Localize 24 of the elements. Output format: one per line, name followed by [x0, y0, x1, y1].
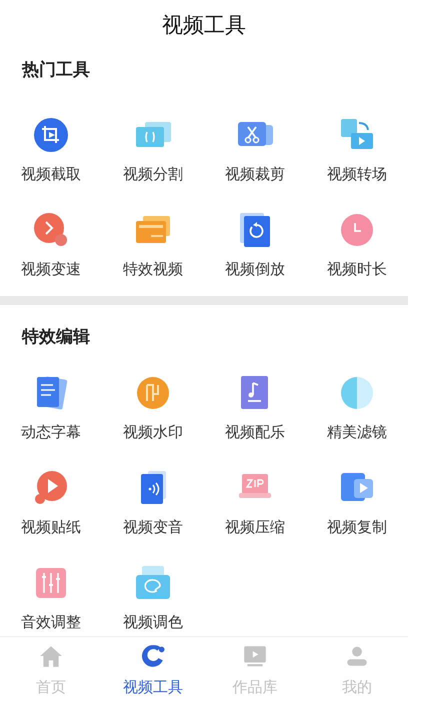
- tool-item[interactable]: 视频贴纸: [0, 446, 102, 541]
- tool-item[interactable]: 视频水印: [102, 351, 204, 446]
- logo-icon: [140, 643, 166, 669]
- page-title: 视频工具: [162, 12, 246, 38]
- tool-item[interactable]: 视频倒放: [204, 188, 306, 283]
- tool-item[interactable]: 视频复制: [306, 446, 408, 541]
- tool-item[interactable]: 视频截取: [0, 93, 102, 188]
- section-title: 特效编辑: [22, 327, 90, 347]
- tool-item[interactable]: 特效视频: [102, 188, 204, 283]
- tool-item[interactable]: 视频转场: [306, 93, 408, 188]
- tool-item[interactable]: 视频调色: [102, 541, 204, 636]
- tool-item[interactable]: 视频配乐: [204, 351, 306, 446]
- tool-item[interactable]: 视频裁剪: [204, 93, 306, 188]
- tool-item[interactable]: 视频压缩: [204, 446, 306, 541]
- tool-item[interactable]: 视频时长: [306, 188, 408, 283]
- tool-item[interactable]: 视频分割: [102, 93, 204, 188]
- section-title: 热门工具: [22, 60, 90, 80]
- crop-icon: [31, 115, 71, 155]
- tool-item[interactable]: 音效调整: [0, 541, 102, 636]
- tool-item[interactable]: 动态字幕: [0, 351, 102, 446]
- tool-item[interactable]: 视频变速: [0, 188, 102, 283]
- tool-item[interactable]: 视频变音: [102, 446, 204, 541]
- tab[interactable]: 视频工具: [102, 637, 204, 702]
- tool-item[interactable]: 精美滤镜: [306, 351, 408, 446]
